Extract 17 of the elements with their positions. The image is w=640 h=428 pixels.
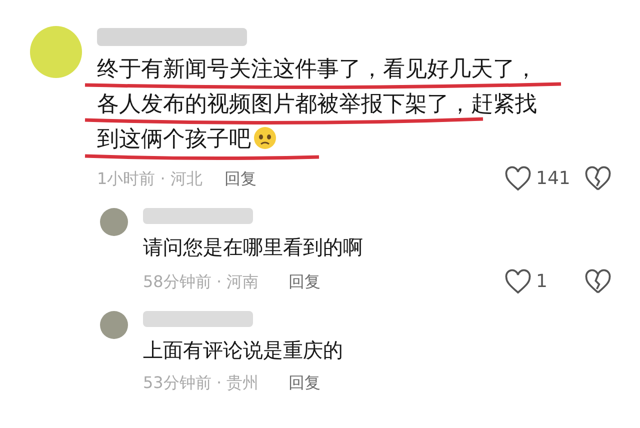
like-count: 1 <box>536 270 548 294</box>
broken-heart-icon[interactable] <box>584 268 612 294</box>
like-count: 141 <box>536 167 572 191</box>
comment-text: 请问您是在哪里看到的啊 <box>143 234 364 261</box>
reply-link[interactable]: 回复 <box>288 371 321 395</box>
comment-meta: 1小时前 · 河北 <box>97 168 202 190</box>
reply-link[interactable]: 回复 <box>288 270 321 294</box>
avatar[interactable] <box>100 311 128 339</box>
avatar[interactable] <box>100 208 128 236</box>
comment-meta: 53分钟前 · 贵州 <box>143 372 259 394</box>
reply-link[interactable]: 回复 <box>224 166 256 190</box>
comment-text: 终于有新闻号关注这件事了，看见好几天了，各人发布的视频图片都被举报下架了，赶紧找到这俩个孩子吧 <box>97 56 538 154</box>
broken-heart-icon[interactable] <box>584 166 612 192</box>
comment-text: 上面有评论说是重庆的 <box>143 337 344 364</box>
heart-icon[interactable] <box>504 268 532 294</box>
heart-icon[interactable] <box>504 166 532 192</box>
comment-meta: 58分钟前 · 河南 <box>143 270 259 292</box>
